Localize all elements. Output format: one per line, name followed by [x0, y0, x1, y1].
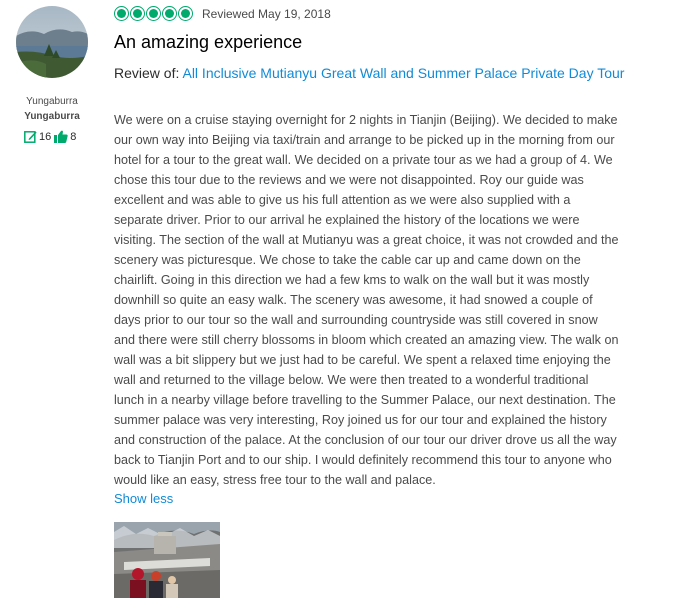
thumbs-up-icon [54, 130, 68, 143]
rating-bubble-fill [117, 9, 126, 18]
rating-bubble-fill [181, 9, 190, 18]
bubble-rating [114, 6, 194, 21]
avatar-image [16, 6, 88, 78]
review-title[interactable]: An amazing experience [114, 32, 302, 53]
contributions-count: 16 [39, 130, 52, 143]
review-date: Reviewed May 19, 2018 [202, 6, 331, 21]
pencil-box-icon [24, 130, 37, 143]
rating-row: Reviewed May 19, 2018 [114, 6, 331, 21]
review-text: We were on a cruise staying overnight fo… [114, 113, 619, 487]
reviewer-location: Yungaburra [26, 96, 78, 107]
helpful-votes-count: 8 [70, 130, 77, 143]
rating-bubble-fill [149, 9, 158, 18]
rating-bubble-icon [114, 6, 129, 21]
review-photo[interactable] [114, 522, 220, 598]
reviewer-stats: 16 8 [24, 130, 79, 143]
review-of-label: Review of: [114, 65, 180, 81]
tour-link[interactable]: All Inclusive Mutianyu Great Wall and Su… [182, 65, 624, 81]
show-less-link[interactable]: Show less [114, 491, 173, 506]
rating-bubble-icon [178, 6, 193, 21]
rating-bubble-icon [146, 6, 161, 21]
rating-bubble-icon [162, 6, 177, 21]
review-of: Review of: All Inclusive Mutianyu Great … [114, 64, 676, 82]
rating-bubble-fill [165, 9, 174, 18]
avatar[interactable] [16, 6, 88, 78]
photo-image [114, 522, 220, 598]
rating-bubble-fill [133, 9, 142, 18]
reviewer-name[interactable]: Yungaburra [0, 111, 104, 122]
rating-bubble-icon [130, 6, 145, 21]
